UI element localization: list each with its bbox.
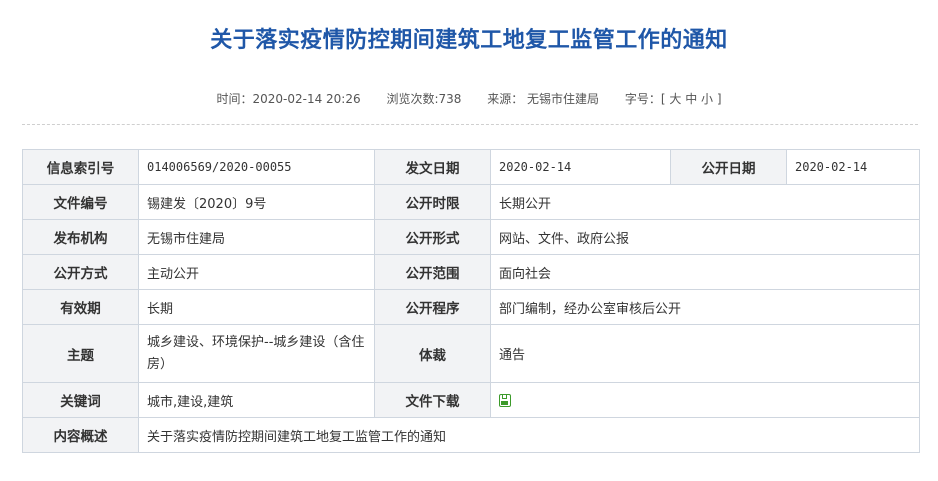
download-label: 文件下载 — [374, 382, 491, 418]
topic-value: 城乡建设、环境保护--城乡建设（含住房） — [138, 324, 375, 383]
org-label: 发布机构 — [22, 219, 139, 255]
save-icon[interactable] — [499, 393, 511, 407]
table-row: 发布机构 无锡市住建局 公开形式 网站、文件、政府公报 — [22, 219, 920, 255]
table-row: 信息索引号 014006569/2020-00055 发文日期 2020-02-… — [22, 149, 920, 185]
validity-label: 有效期 — [22, 289, 139, 325]
public-date-label: 公开日期 — [670, 149, 787, 185]
index-label: 信息索引号 — [22, 149, 139, 185]
divider — [22, 124, 918, 125]
table-row: 文件编号 锡建发〔2020〕9号 公开时限 长期公开 — [22, 184, 920, 220]
table-row: 有效期 长期 公开程序 部门编制，经办公室审核后公开 — [22, 289, 920, 325]
download-cell — [490, 382, 920, 418]
summary-label: 内容概述 — [22, 417, 139, 453]
table-row: 关键词 城市,建设,建筑 文件下载 — [22, 382, 920, 418]
topic-label: 主题 — [22, 324, 139, 383]
procedure-label: 公开程序 — [374, 289, 491, 325]
issue-date-value: 2020-02-14 — [490, 149, 671, 185]
public-way-label: 公开方式 — [22, 254, 139, 290]
view-count: 浏览次数:738 — [386, 92, 462, 106]
table-row: 内容概述 关于落实疫情防控期间建筑工地复工监管工作的通知 — [22, 417, 920, 453]
table-row: 公开方式 主动公开 公开范围 面向社会 — [22, 254, 920, 290]
info-table: 信息索引号 014006569/2020-00055 发文日期 2020-02-… — [22, 149, 920, 453]
summary-value: 关于落实疫情防控期间建筑工地复工监管工作的通知 — [138, 417, 920, 453]
index-value: 014006569/2020-00055 — [138, 149, 375, 185]
public-time-label: 公开时限 — [374, 184, 491, 220]
page-title: 关于落实疫情防控期间建筑工地复工监管工作的通知 — [210, 28, 728, 53]
keywords-label: 关键词 — [22, 382, 139, 418]
public-form-value: 网站、文件、政府公报 — [490, 219, 920, 255]
article-meta: 时间：2020-02-14 20:26 浏览次数:738 来源： 无锡市住建局 … — [0, 90, 938, 107]
issue-date-label: 发文日期 — [374, 149, 491, 185]
public-form-label: 公开形式 — [374, 219, 491, 255]
procedure-value: 部门编制，经办公室审核后公开 — [490, 289, 920, 325]
table-row: 主题 城乡建设、环境保护--城乡建设（含住房） 体裁 通告 — [22, 324, 920, 383]
org-value: 无锡市住建局 — [138, 219, 375, 255]
public-way-value: 主动公开 — [138, 254, 375, 290]
publish-time: 时间：2020-02-14 20:26 — [216, 92, 361, 106]
font-size-control[interactable]: 字号：[ 大 中 小 ] — [625, 92, 722, 106]
keywords-value: 城市,建设,建筑 — [138, 382, 375, 418]
doc-no-label: 文件编号 — [22, 184, 139, 220]
genre-value: 通告 — [490, 324, 920, 383]
public-scope-value: 面向社会 — [490, 254, 920, 290]
public-scope-label: 公开范围 — [374, 254, 491, 290]
public-time-value: 长期公开 — [490, 184, 920, 220]
validity-value: 长期 — [138, 289, 375, 325]
source: 来源： 无锡市住建局 — [487, 92, 600, 106]
public-date-value: 2020-02-14 — [786, 149, 920, 185]
genre-label: 体裁 — [374, 324, 491, 383]
doc-no-value: 锡建发〔2020〕9号 — [138, 184, 375, 220]
